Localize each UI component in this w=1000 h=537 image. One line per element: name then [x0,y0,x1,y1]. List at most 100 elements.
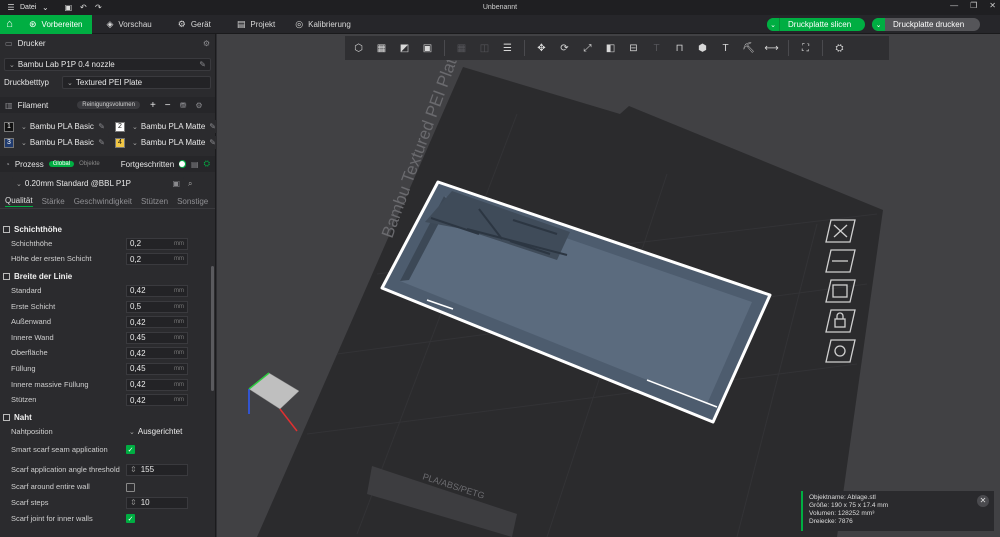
chevron-down-icon[interactable]: ⌄ [872,18,885,31]
edit-icon[interactable]: ✎ [209,122,216,131]
orient-plate-icon[interactable] [825,279,856,303]
close-icon[interactable]: ✕ [977,495,989,507]
filament-color-badge[interactable]: 4 [115,137,125,148]
chevron-down-icon[interactable]: ⌄ [767,18,780,31]
line-width-input[interactable]: 0,45 mm [126,331,188,344]
seam-paint-icon[interactable]: ⬢ [693,39,712,58]
printer-select[interactable]: ⌄ Bambu Lab P1P 0.4 nozzle ✎ [4,58,211,71]
arrange-icon[interactable]: ▣ [418,39,437,58]
tab-speed[interactable]: Geschwindigkeit [74,197,132,206]
save-profile-icon[interactable]: ▣ [172,179,180,188]
tab-project[interactable]: ▤ Projekt [227,15,285,34]
chevron-down-icon[interactable]: ⌄ [39,2,51,14]
tab-preview[interactable]: ◈ Vorschau [96,15,161,34]
seam-position-select[interactable]: ⌄ Ausgerichtet [126,425,188,438]
add-filament-icon[interactable]: + [150,100,156,111]
edit-icon[interactable]: ✎ [199,60,206,69]
add-plate-icon[interactable]: ▦ [372,39,391,58]
scale-icon[interactable]: ⤢ [578,39,597,58]
line-width-input[interactable]: 0,45 mm [126,362,188,375]
cut-icon[interactable]: ⊟ [624,39,643,58]
edit-icon[interactable]: ✎ [98,138,105,147]
filament-slot-1[interactable]: 1 ⌄ Bambu PLA Basic ✎ [4,120,109,133]
scarf-angle-input[interactable]: ⇕ 155 [126,463,188,476]
tab-calibration[interactable]: ◎ Kalibrierung [285,15,361,34]
tab-quality[interactable]: Qualität [5,196,33,207]
global-toggle[interactable]: Global [48,161,75,167]
tab-support[interactable]: Stützen [141,197,168,206]
delete-plate-icon[interactable] [825,219,856,243]
measure-icon[interactable]: ⟷ [762,39,781,58]
advanced-toggle[interactable] [179,160,187,168]
line-width-input[interactable]: 0,42 mm [126,347,188,360]
home-button[interactable]: ⌂ [0,14,19,34]
spin-icon[interactable]: ⇕ [130,498,137,507]
rotate-icon[interactable]: ⟳ [555,39,574,58]
add-object-icon[interactable]: ⬡ [349,39,368,58]
line-width-input[interactable]: 0,42 mm [126,284,188,297]
assembly-icon[interactable]: ⛶ [796,39,815,58]
tab-device[interactable]: ⚙ Gerät [168,15,221,34]
settings-icon[interactable]: ⚙ [203,39,210,48]
filament-slot-3[interactable]: 3 ⌄ Bambu PLA Basic ✎ [4,136,109,149]
close-window-icon[interactable]: ✕ [989,1,996,10]
first-layer-height-input[interactable]: 0,2 mm [126,253,188,266]
color-paint-icon[interactable]: ⛏ [739,39,758,58]
axis-gizmo[interactable] [248,372,300,432]
process-settings-icon[interactable]: ⛭ [204,159,210,169]
line-width-input[interactable]: 0,5 mm [126,300,188,313]
filament-slot-4[interactable]: 4 ⌄ Bambu PLA Matte ✎ [115,136,220,149]
filament-color-badge[interactable]: 3 [4,137,14,148]
save-icon[interactable]: ▣ [62,2,74,14]
line-width-input[interactable]: 0,42 mm [126,316,188,329]
arrange-plate-icon[interactable] [825,249,856,273]
filament-color-badge[interactable]: 1 [4,121,14,132]
remove-filament-icon[interactable]: − [165,100,171,111]
emboss-icon[interactable]: T [716,39,735,58]
objects-toggle[interactable]: Objekte [79,161,100,167]
tab-prepare[interactable]: ⊛ Vorbereiten [19,14,93,34]
slice-plate-button[interactable]: ⌄ Druckplatte slicen [767,18,865,31]
view-settings-icon[interactable]: ⛭ [830,39,849,58]
process-profile-select[interactable]: ⌄ 0.20mm Standard @BBL P1P ▣ [12,177,184,190]
lock-plate-icon[interactable] [825,309,856,333]
redo-icon[interactable]: ↷ [92,2,104,14]
layers-icon[interactable]: ◫ [475,39,494,58]
orient-icon[interactable]: ◩ [395,39,414,58]
move-icon[interactable]: ✥ [532,39,551,58]
bed-type-select[interactable]: ⌄ Textured PEI Plate [62,76,211,89]
split-icon[interactable]: ▦ [452,39,471,58]
tab-others[interactable]: Sonstige [177,197,208,206]
purge-volume-button[interactable]: Reinigungsvolumen [77,101,140,109]
text-tool-icon[interactable]: T [647,39,666,58]
minimize-icon[interactable]: — [950,1,958,10]
filament-color-badge[interactable]: 2 [115,121,125,132]
scarf-entire-wall-checkbox[interactable] [126,482,135,492]
sidebar-scrollbar[interactable] [211,266,214,391]
undo-icon[interactable]: ↶ [77,2,89,14]
search-icon[interactable]: ⌕ [188,179,192,189]
lay-on-face-icon[interactable]: ◧ [601,39,620,58]
support-paint-icon[interactable]: ⊓ [670,39,689,58]
ams-sync-icon[interactable]: ⛃ [180,101,187,110]
filament-slot-2[interactable]: 2 ⌄ Bambu PLA Matte ✎ [115,120,220,133]
filament-settings-icon[interactable]: ⚙ [195,101,202,110]
scarf-inner-walls-checkbox[interactable]: ✓ [126,514,135,524]
3d-viewport[interactable]: Bambu Textured PEI Plate PLA/ABS/PETG ⬡ … [217,34,1000,537]
hamburger-menu-icon[interactable]: ☰ [5,2,17,14]
smart-scarf-checkbox[interactable]: ✓ [126,445,135,455]
layer-height-input[interactable]: 0,2 mm [126,237,188,250]
plate-settings-icon[interactable] [825,339,856,363]
print-plate-button[interactable]: ⌄ Druckplatte drucken [872,18,980,31]
spin-icon[interactable]: ⇕ [130,465,137,474]
line-width-input[interactable]: 0,42 mm [126,378,188,391]
edit-icon[interactable]: ✎ [98,122,105,131]
file-menu[interactable]: Datei [20,4,36,11]
compare-icon[interactable]: ▤ [191,160,199,169]
line-width-input[interactable]: 0,42 mm [126,394,188,407]
edit-icon[interactable]: ✎ [209,138,216,147]
restore-icon[interactable]: ❐ [970,1,977,10]
variable-layer-icon[interactable]: ☰ [498,39,517,58]
tab-strength[interactable]: Stärke [42,197,65,206]
scarf-steps-input[interactable]: ⇕ 10 [126,496,188,509]
